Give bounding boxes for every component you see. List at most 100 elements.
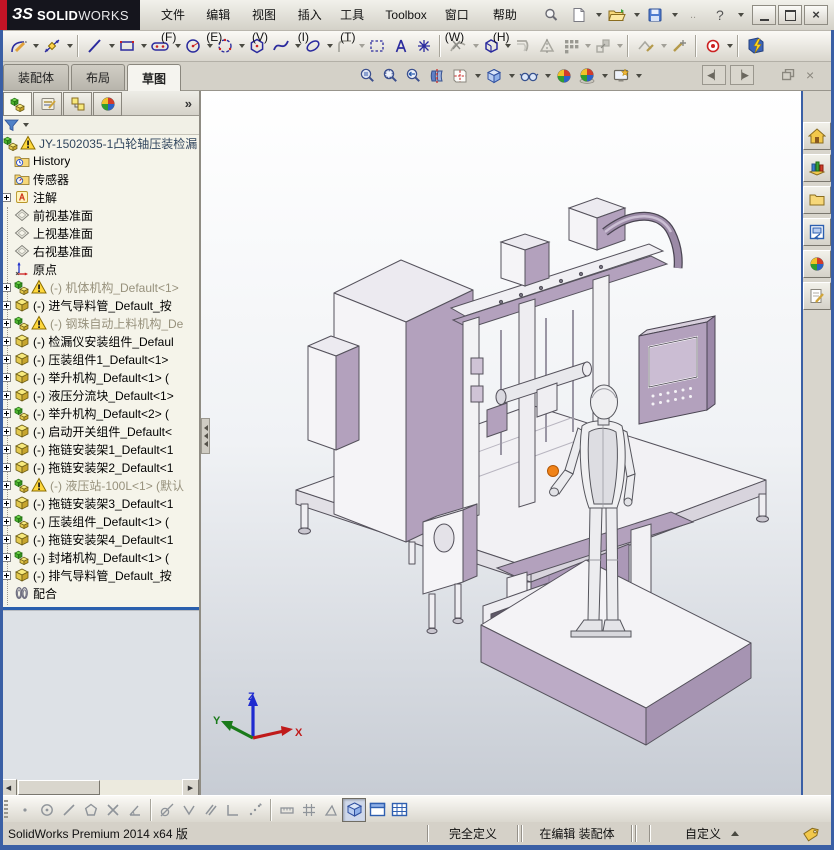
- configurationmanager-tab-icon[interactable]: [63, 91, 92, 116]
- menu-insert[interactable]: 插入(I): [289, 4, 331, 44]
- move-entities-icon[interactable]: [591, 32, 615, 60]
- tree-item-component[interactable]: (-) 启动开关组件_Default<: [0, 422, 199, 440]
- search-icon[interactable]: [538, 4, 564, 26]
- point-icon[interactable]: [413, 32, 435, 60]
- instant2d-icon[interactable]: [743, 32, 769, 60]
- table-grid-icon[interactable]: [388, 799, 410, 821]
- scrollbar-thumb[interactable]: [18, 780, 100, 795]
- linear-pattern-icon[interactable]: [559, 32, 583, 60]
- tree-item-component[interactable]: (-) 钢珠自动上料机构_De: [0, 314, 199, 332]
- view-orientation-icon[interactable]: [450, 64, 470, 88]
- view-orientation-caret-icon[interactable]: [475, 73, 481, 78]
- save-icon[interactable]: [642, 4, 668, 26]
- text-icon[interactable]: [389, 32, 413, 60]
- expand-toggle[interactable]: [2, 498, 11, 508]
- expand-toggle[interactable]: [2, 570, 11, 580]
- toolbar-grip[interactable]: [4, 799, 8, 820]
- help-icon[interactable]: ?: [708, 4, 734, 26]
- move-caret-icon[interactable]: [617, 44, 623, 48]
- save-caret-icon[interactable]: [672, 13, 678, 17]
- zoom-to-fit-icon[interactable]: [358, 64, 378, 88]
- menu-toolbox[interactable]: Toolbox: [376, 4, 435, 26]
- next-window-icon[interactable]: ▕▶: [730, 65, 754, 85]
- tree-item-component[interactable]: (-) 压装组件_Default<1> (: [0, 512, 199, 530]
- line-icon[interactable]: [83, 32, 107, 60]
- filter-caret-icon[interactable]: [23, 123, 29, 127]
- previous-window-icon[interactable]: ◀▏: [702, 65, 726, 85]
- model-control-panel[interactable]: [638, 315, 716, 425]
- view-settings-caret-icon[interactable]: [636, 73, 642, 78]
- snaps-caret-icon[interactable]: [727, 44, 733, 48]
- apply-scene-caret-icon[interactable]: [602, 73, 608, 78]
- expand-toggle[interactable]: [2, 318, 11, 328]
- expand-toggle[interactable]: [2, 408, 11, 418]
- zoom-to-area-icon[interactable]: [381, 64, 401, 88]
- menu-view[interactable]: 视图(V): [243, 4, 289, 44]
- help-caret-icon[interactable]: [738, 13, 744, 17]
- solidworks-resources-icon[interactable]: [803, 122, 831, 150]
- hide-show-items-icon[interactable]: [518, 64, 540, 88]
- section-view-icon[interactable]: [427, 64, 447, 88]
- tree-item-sensors[interactable]: 传感器: [0, 170, 199, 188]
- highlight-ball[interactable]: [547, 465, 559, 477]
- graphics-viewport[interactable]: Z Y X: [201, 90, 801, 795]
- window-minimize-button[interactable]: [752, 5, 776, 25]
- tree-item-component[interactable]: (-) 压装组件1_Default<1>: [0, 350, 199, 368]
- menu-window[interactable]: 窗口(W): [436, 4, 484, 44]
- propertymanager-tab-icon[interactable]: [33, 91, 62, 116]
- perpendicular-snap-icon[interactable]: [222, 799, 244, 821]
- menu-edit[interactable]: 编辑(E): [197, 4, 243, 44]
- tree-item-component[interactable]: (-) 拖链安装架3_Default<1: [0, 494, 199, 512]
- expand-toggle[interactable]: [2, 534, 11, 544]
- sketch-point-icon[interactable]: [14, 799, 36, 821]
- tree-item-component[interactable]: (-) 进气导料管_Default_按: [0, 296, 199, 314]
- design-library-icon[interactable]: [803, 154, 831, 182]
- tab-layout[interactable]: 布局: [71, 64, 126, 90]
- display-relations-icon[interactable]: [633, 32, 659, 60]
- selection-box-icon[interactable]: [365, 32, 389, 60]
- tree-item-component[interactable]: (-) 拖链安装架1_Default<1: [0, 440, 199, 458]
- display-style-icon[interactable]: [484, 64, 504, 88]
- view-settings-icon[interactable]: [611, 64, 631, 88]
- expand-toggle[interactable]: [2, 354, 11, 364]
- repair-sketch-icon[interactable]: [667, 32, 691, 60]
- panel-collapse-handle[interactable]: [201, 418, 210, 454]
- tree-item-front-plane[interactable]: 前视基准面: [0, 206, 199, 224]
- trace-snap-icon[interactable]: [244, 799, 266, 821]
- panel-overflow-chevron[interactable]: »: [185, 96, 196, 111]
- angle-snap-icon[interactable]: [124, 799, 146, 821]
- tree-item-annotations[interactable]: 注解: [0, 188, 199, 206]
- doc-close-button[interactable]: ×: [806, 67, 826, 83]
- expand-toggle[interactable]: [2, 462, 11, 472]
- expand-toggle[interactable]: [2, 282, 11, 292]
- filter-icon[interactable]: [4, 118, 19, 132]
- angle-measure-icon[interactable]: [320, 799, 342, 821]
- displaymanager-tab-icon[interactable]: [93, 91, 122, 116]
- parallel-snap-icon[interactable]: [200, 799, 222, 821]
- tree-item-component[interactable]: (-) 液压分流块_Default<1>: [0, 386, 199, 404]
- grid-snap-icon[interactable]: [298, 799, 320, 821]
- length-snap-icon[interactable]: [276, 799, 298, 821]
- tab-sketch[interactable]: 草图: [127, 64, 182, 91]
- scroll-right-icon[interactable]: ▶: [182, 779, 199, 796]
- tree-item-component[interactable]: (-) 机体机构_Default<1>: [0, 278, 199, 296]
- quick-snaps-icon[interactable]: [701, 32, 725, 60]
- tree-item-component[interactable]: (-) 排气导料管_Default_按: [0, 566, 199, 584]
- tree-item-component[interactable]: (-) 液压站-100L<1> (默认: [0, 476, 199, 494]
- tree-item-component[interactable]: (-) 拖链安装架2_Default<1: [0, 458, 199, 476]
- mirror-entities-icon[interactable]: [535, 32, 559, 60]
- intersection-snap-icon[interactable]: [102, 799, 124, 821]
- appearances-scenes-icon[interactable]: [803, 250, 831, 278]
- menu-help[interactable]: 帮助(H): [484, 4, 530, 44]
- spline-icon[interactable]: [269, 32, 293, 60]
- expand-toggle[interactable]: [2, 390, 11, 400]
- tree-item-top-plane[interactable]: 上视基准面: [0, 224, 199, 242]
- smart-dimension-caret-icon[interactable]: [67, 44, 73, 48]
- edit-appearance-icon[interactable]: [554, 64, 574, 88]
- expand-toggle[interactable]: [2, 300, 11, 310]
- expand-toggle[interactable]: [2, 480, 11, 490]
- featuremanager-tab-icon[interactable]: [3, 91, 32, 116]
- circle-snap-icon[interactable]: [36, 799, 58, 821]
- file-explorer-icon[interactable]: [803, 186, 831, 214]
- window-close-button[interactable]: ×: [804, 5, 828, 25]
